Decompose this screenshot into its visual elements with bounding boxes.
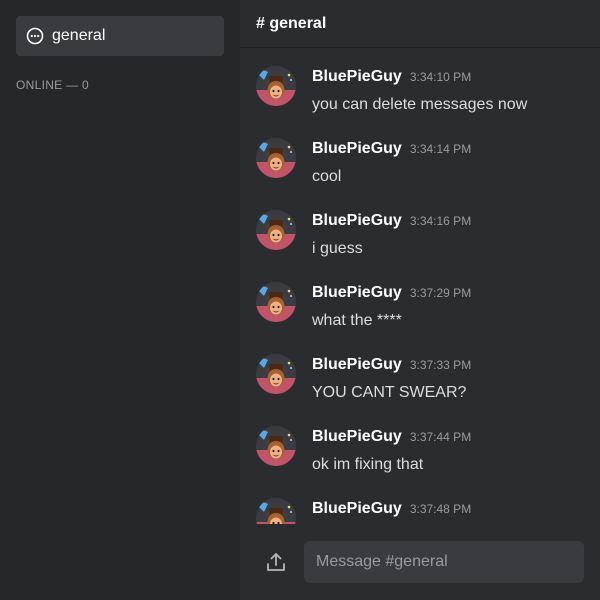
message-text: ok im fixing that (312, 456, 424, 473)
user-avatar[interactable] (256, 354, 296, 394)
message-timestamp: 3:37:29 PM (409, 286, 472, 300)
message-item: BluePieGuy 3:37:33 PM YOU CANT SWEAR? (240, 354, 600, 426)
message-header: BluePieGuy 3:34:10 PM (312, 68, 527, 90)
message-author[interactable]: BluePieGuy (312, 500, 402, 518)
online-count-label: ONLINE — 0 (16, 78, 90, 92)
channel-title: # general (256, 14, 327, 32)
message-header: BluePieGuy 3:37:33 PM (312, 356, 471, 378)
message-author[interactable]: BluePieGuy (312, 428, 402, 446)
message-input[interactable] (304, 541, 584, 583)
message-author[interactable]: BluePieGuy (312, 212, 402, 230)
user-avatar[interactable] (256, 210, 296, 250)
user-avatar[interactable] (256, 282, 296, 322)
message-item: BluePieGuy 3:37:48 PM (240, 498, 600, 524)
message-list: BluePieGuy 3:34:10 PM you can delete mes… (240, 66, 600, 524)
message-author[interactable]: BluePieGuy (312, 356, 402, 374)
message-area[interactable]: BluePieGuy 3:34:10 PM you can delete mes… (240, 48, 600, 524)
message-header: BluePieGuy 3:37:44 PM (312, 428, 471, 450)
message-timestamp: 3:34:10 PM (409, 70, 472, 84)
message-item: BluePieGuy 3:34:10 PM you can delete mes… (240, 66, 600, 138)
message-text: you can delete messages now (312, 96, 528, 113)
channel-item-general[interactable]: general (16, 16, 224, 56)
user-avatar[interactable] (256, 426, 296, 466)
message-text: YOU CANT SWEAR? (312, 384, 467, 401)
user-avatar[interactable] (256, 138, 296, 178)
message-body: BluePieGuy 3:34:16 PM i guess (312, 210, 471, 282)
main-panel: # general BluePieGuy 3:34:10 PM you can … (240, 0, 600, 600)
message-body: BluePieGuy 3:34:14 PM cool (312, 138, 471, 210)
message-timestamp: 3:37:33 PM (409, 358, 472, 372)
channel-name: general (52, 27, 106, 44)
message-body: BluePieGuy 3:37:44 PM ok im fixing that (312, 426, 471, 498)
message-timestamp: 3:34:16 PM (409, 214, 472, 228)
message-header: BluePieGuy 3:34:16 PM (312, 212, 471, 234)
message-text: cool (312, 168, 342, 185)
chat-bubble-icon (26, 27, 44, 45)
upload-icon[interactable] (264, 550, 288, 574)
channel-header: # general (240, 0, 600, 48)
user-avatar[interactable] (256, 66, 296, 106)
message-item: BluePieGuy 3:34:14 PM cool (240, 138, 600, 210)
message-header: BluePieGuy 3:37:29 PM (312, 284, 471, 306)
chat-app: general ONLINE — 0 # general BluePieGuy … (0, 0, 600, 600)
message-body: BluePieGuy 3:37:48 PM (312, 498, 471, 524)
message-author[interactable]: BluePieGuy (312, 68, 402, 86)
message-item: BluePieGuy 3:37:29 PM what the **** (240, 282, 600, 354)
message-author[interactable]: BluePieGuy (312, 284, 402, 302)
message-body: BluePieGuy 3:37:33 PM YOU CANT SWEAR? (312, 354, 471, 426)
sidebar: general ONLINE — 0 (0, 0, 240, 600)
message-composer (240, 524, 600, 600)
message-text: i guess (312, 240, 363, 257)
message-item: BluePieGuy 3:34:16 PM i guess (240, 210, 600, 282)
message-timestamp: 3:37:44 PM (409, 430, 472, 444)
message-header: BluePieGuy 3:34:14 PM (312, 140, 471, 162)
message-header: BluePieGuy 3:37:48 PM (312, 500, 471, 522)
message-timestamp: 3:37:48 PM (409, 502, 472, 516)
message-text: what the **** (312, 312, 402, 329)
message-author[interactable]: BluePieGuy (312, 140, 402, 158)
user-avatar[interactable] (256, 498, 296, 524)
message-body: BluePieGuy 3:37:29 PM what the **** (312, 282, 471, 354)
message-timestamp: 3:34:14 PM (409, 142, 472, 156)
message-body: BluePieGuy 3:34:10 PM you can delete mes… (312, 66, 527, 138)
message-item: BluePieGuy 3:37:44 PM ok im fixing that (240, 426, 600, 498)
